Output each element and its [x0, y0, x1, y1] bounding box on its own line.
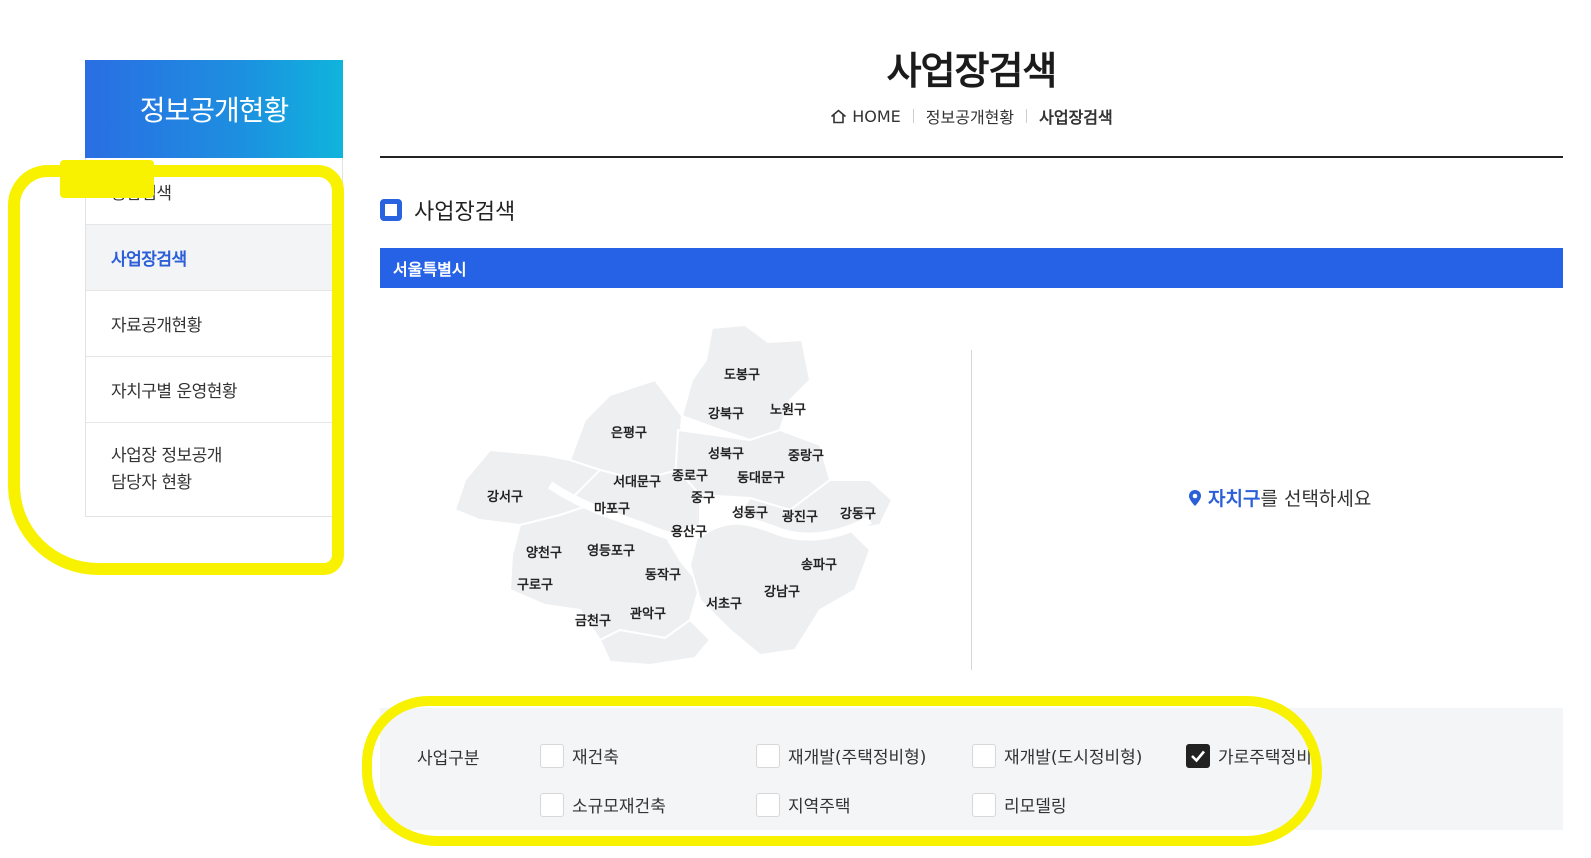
- sidebar-menu: 통합검색 사업장검색 자료공개현황 자치구별 운영현황 사업장 정보공개 담당자…: [85, 158, 343, 517]
- breadcrumb-home-label: HOME: [852, 106, 901, 126]
- option-label: 리모델링: [1004, 797, 1067, 817]
- sidebar-item-site-search[interactable]: 사업장검색: [86, 224, 342, 290]
- checkbox[interactable]: [756, 743, 780, 768]
- section-heading: 사업장검색: [380, 194, 515, 226]
- breadcrumb-home[interactable]: HOME: [830, 107, 901, 126]
- sidebar-item-district-operation[interactable]: 자치구별 운영현황: [86, 356, 342, 422]
- option-label: 재개발(도시정비형): [1004, 748, 1143, 768]
- map-district-label[interactable]: 도봉구: [724, 368, 760, 383]
- option-street-housing[interactable]: 가로주택정비: [1186, 743, 1312, 768]
- breadcrumb-item[interactable]: 정보공개현황: [926, 104, 1014, 128]
- page-title: 사업장검색: [886, 49, 1058, 93]
- map-district-label[interactable]: 양천구: [526, 546, 562, 561]
- option-label: 소규모재건축: [572, 797, 666, 817]
- map-district-label[interactable]: 강남구: [764, 584, 800, 600]
- option-redevelopment-urban[interactable]: 재개발(도시정비형): [972, 743, 1142, 768]
- map-district-label[interactable]: 송파구: [801, 558, 837, 573]
- map-district-label[interactable]: 구로구: [517, 578, 553, 593]
- map-district-label[interactable]: 은평구: [611, 425, 647, 441]
- sidebar-title: 정보공개현황: [85, 60, 343, 158]
- map-district-label[interactable]: 서초구: [706, 597, 742, 612]
- sidebar-item-integrated-search[interactable]: 통합검색: [86, 158, 342, 224]
- sidebar: 정보공개현황 통합검색 사업장검색 자료공개현황 자치구별 운영현황 사업장 정…: [85, 60, 343, 517]
- sidebar-item-manager-status[interactable]: 사업장 정보공개 담당자 현황: [86, 422, 342, 516]
- map-district-label[interactable]: 금천구: [575, 614, 611, 629]
- business-type-filter: 사업구분 재건축 재개발(주택정비형) 재개발(도시정비형) 가로주택정비 소규…: [380, 708, 1563, 830]
- checkbox[interactable]: [540, 792, 564, 817]
- checkbox[interactable]: [972, 743, 996, 768]
- checkbox[interactable]: [540, 743, 564, 768]
- option-redevelopment-housing[interactable]: 재개발(주택정비형): [756, 743, 926, 768]
- breadcrumb-separator: [1026, 109, 1028, 123]
- square-bullet-icon: [380, 199, 402, 221]
- map-district-label[interactable]: 관악구: [630, 606, 666, 622]
- map-divider: [971, 350, 972, 670]
- option-small-reconstruction[interactable]: 소규모재건축: [540, 792, 666, 817]
- map-district-label[interactable]: 성북구: [708, 447, 744, 462]
- map-district-label[interactable]: 중랑구: [788, 449, 824, 464]
- option-label: 가로주택정비: [1218, 748, 1312, 768]
- option-remodeling[interactable]: 리모델링: [972, 792, 1067, 817]
- map-district-label[interactable]: 동대문구: [737, 471, 785, 486]
- checkbox-checked[interactable]: [1186, 743, 1210, 768]
- map-district-label[interactable]: 강동구: [840, 506, 876, 522]
- checkbox[interactable]: [756, 792, 780, 817]
- option-label: 지역주택: [788, 797, 851, 817]
- option-label: 재건축: [572, 748, 619, 768]
- map-district-label[interactable]: 노원구: [770, 403, 806, 418]
- city-bar: 서울특별시: [380, 248, 1563, 288]
- map-district-label[interactable]: 강북구: [708, 406, 744, 422]
- option-local-housing[interactable]: 지역주택: [756, 792, 851, 817]
- prompt-emphasis: 자치구: [1208, 488, 1261, 510]
- map-district-label[interactable]: 성동구: [732, 506, 768, 521]
- check-icon: [1191, 750, 1205, 762]
- breadcrumb-separator: [912, 109, 914, 123]
- checkbox[interactable]: [972, 792, 996, 817]
- sidebar-item-data-disclosure[interactable]: 자료공개현황: [86, 290, 342, 356]
- location-pin-icon: [1189, 489, 1201, 506]
- map-district-label[interactable]: 동작구: [645, 567, 681, 583]
- map-district-label[interactable]: 영등포구: [587, 544, 635, 559]
- title-divider: [380, 156, 1563, 158]
- map-district-label[interactable]: 종로구: [672, 469, 708, 484]
- district-prompt: 자치구를 선택하세요: [1188, 484, 1371, 511]
- option-label: 재개발(주택정비형): [788, 748, 927, 768]
- filter-label: 사업구분: [417, 749, 480, 769]
- breadcrumb-current: 사업장검색: [1039, 108, 1113, 127]
- seoul-district-map: 도봉구 강북구 노원구 은평구 성북구 중랑구 서대문구 종로구 동대문구 중구…: [453, 323, 894, 667]
- home-icon: [831, 108, 847, 123]
- map-district-label[interactable]: 마포구: [594, 501, 630, 517]
- section-title: 사업장검색: [414, 200, 516, 225]
- prompt-text: 를 선택하세요: [1260, 488, 1372, 510]
- map-district-label[interactable]: 용산구: [671, 524, 707, 540]
- map-district-label[interactable]: 광진구: [782, 509, 818, 525]
- map-district-label[interactable]: 강서구: [487, 489, 523, 505]
- map-district-label[interactable]: 서대문구: [613, 475, 661, 490]
- breadcrumb: HOME 정보공개현황 사업장검색: [380, 104, 1563, 128]
- map-district-label[interactable]: 중구: [691, 491, 715, 506]
- option-reconstruction[interactable]: 재건축: [540, 743, 619, 768]
